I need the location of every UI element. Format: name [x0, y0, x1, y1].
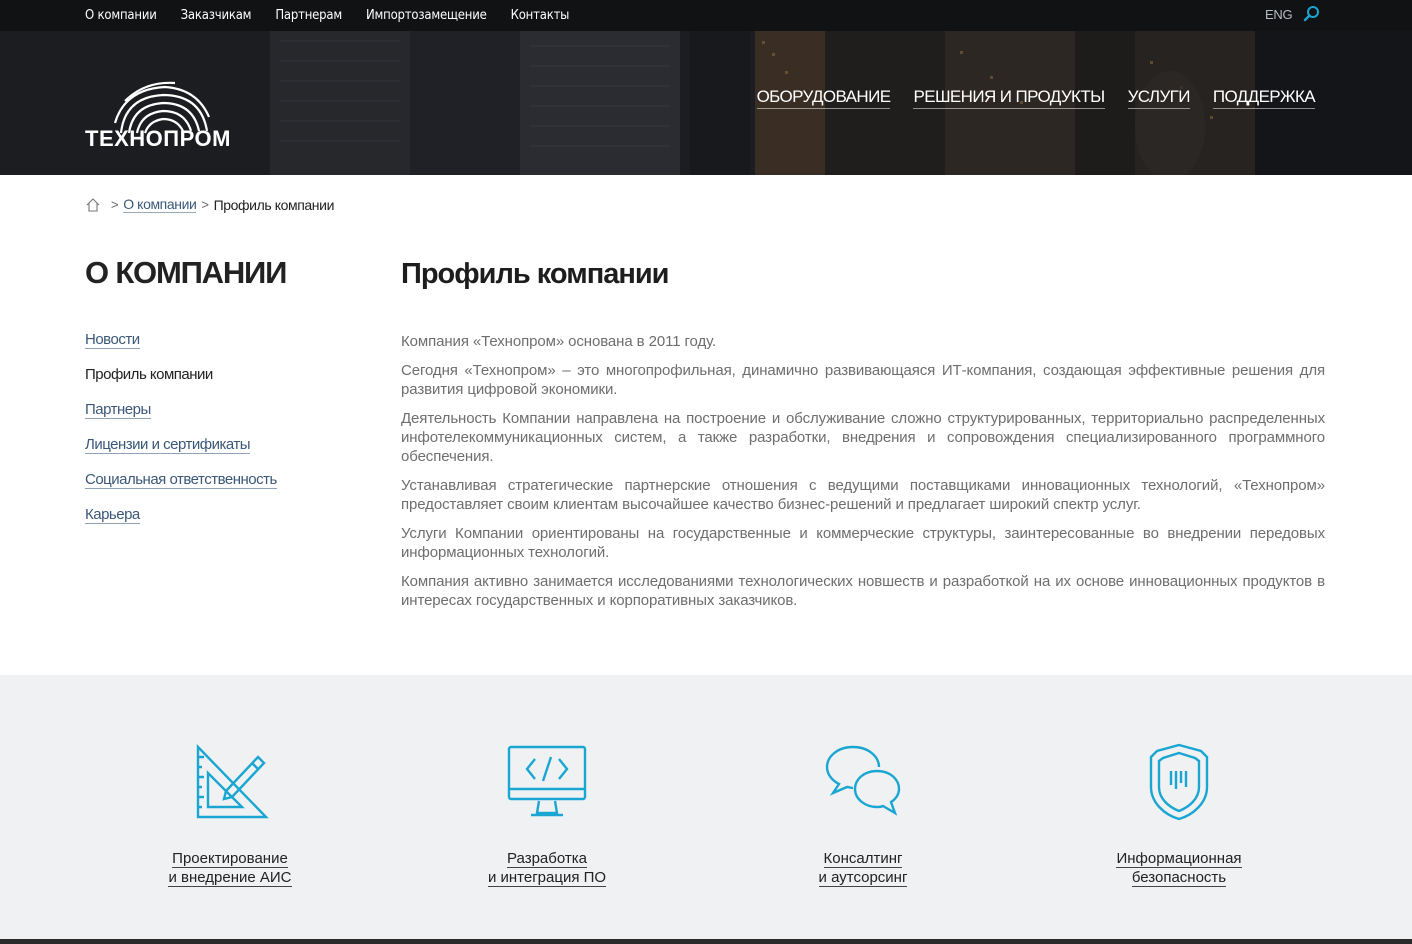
home-icon[interactable]: [85, 197, 101, 213]
top-nav-partners[interactable]: Партнерам: [275, 8, 342, 23]
service-design-label[interactable]: Проектирование и внедрение АИС: [168, 849, 292, 887]
main-nav-solutions[interactable]: РЕШЕНИЯ И ПРОДУКТЫ: [913, 87, 1105, 109]
logo-text[interactable]: ТЕХНОПРОМ: [85, 126, 231, 152]
service-consulting[interactable]: Консалтинг и аутсорсинг: [753, 743, 973, 887]
service-security-label[interactable]: Информационная безопасность: [1116, 849, 1242, 887]
content-paragraph: Услуги Компании ориентированы на государ…: [401, 525, 1325, 561]
service-consulting-label[interactable]: Консалтинг и аутсорсинг: [818, 849, 908, 887]
content-paragraph: Деятельность Компании направлена на пост…: [401, 410, 1325, 465]
sidebar-item-partners: Партнеры: [85, 401, 277, 436]
content-paragraph: Компания «Технопром» основана в 2011 год…: [401, 333, 717, 350]
top-nav-about[interactable]: О компании: [85, 8, 157, 23]
page-title: Профиль компании: [401, 258, 670, 290]
breadcrumb-separator: >: [201, 197, 209, 212]
services-section: Проектирование и внедрение АИС Разработк…: [0, 675, 1412, 944]
sidebar-link-partners[interactable]: Партнеры: [85, 401, 151, 419]
main-nav-equipment[interactable]: ОБОРУДОВАНИЕ: [756, 87, 891, 109]
sidebar-item-profile-active: Профиль компании: [85, 366, 213, 383]
sidebar-menu: Новости Профиль компании Партнеры Лиценз…: [85, 331, 277, 541]
main-nav-services[interactable]: УСЛУГИ: [1127, 87, 1190, 109]
language-switch[interactable]: ENG: [1265, 7, 1293, 22]
breadcrumb-link-about[interactable]: О компании: [123, 196, 197, 213]
header-banner: ТЕХНОПРОМ ОБОРУДОВАНИЕ РЕШЕНИЯ И ПРОДУКТ…: [0, 31, 1412, 175]
top-bar: О компании Заказчикам Партнерам Импортоз…: [0, 0, 1412, 31]
design-tools-icon: [196, 744, 269, 819]
top-nav: О компании Заказчикам Партнерам Импортоз…: [85, 0, 593, 31]
main-nav-support[interactable]: ПОДДЕРЖКА: [1212, 87, 1316, 109]
top-nav-customers[interactable]: Заказчикам: [181, 8, 252, 23]
content-paragraph: Сегодня «Технопром» – это многопрофильна…: [401, 362, 1325, 398]
search-button[interactable]: [1302, 4, 1322, 24]
sidebar-item-social: Социальная ответственность: [85, 471, 277, 506]
main-nav: ОБОРУДОВАНИЕ РЕШЕНИЯ И ПРОДУКТЫ УСЛУГИ П…: [734, 87, 1316, 109]
code-monitor-icon: [507, 745, 587, 817]
service-development[interactable]: Разработка и интеграция ПО: [437, 743, 657, 887]
top-nav-import-substitution[interactable]: Импортозамещение: [366, 8, 487, 23]
bottom-strip: [0, 939, 1412, 944]
service-design[interactable]: Проектирование и внедрение АИС: [120, 743, 340, 887]
content-paragraph: Компания активно занимается исследования…: [401, 573, 1325, 609]
service-development-label[interactable]: Разработка и интеграция ПО: [487, 849, 607, 887]
sidebar-link-news[interactable]: Новости: [85, 331, 140, 349]
breadcrumb-separator: >: [111, 197, 119, 212]
service-security[interactable]: Информационная безопасность: [1069, 743, 1289, 887]
search-icon: [1303, 6, 1319, 22]
sidebar-link-licenses[interactable]: Лицензии и сертификаты: [85, 436, 251, 454]
sidebar-item-career: Карьера: [85, 506, 277, 541]
sidebar-item-news: Новости: [85, 331, 277, 366]
shield-icon: [1149, 743, 1209, 821]
chat-bubbles-icon: [825, 745, 901, 816]
sidebar-item-licenses: Лицензии и сертификаты: [85, 436, 277, 471]
sidebar-link-career[interactable]: Карьера: [85, 506, 140, 524]
breadcrumb: > О компании > Профиль компании: [85, 196, 334, 213]
top-nav-contacts[interactable]: Контакты: [511, 8, 570, 23]
sidebar-title: О КОМПАНИИ: [85, 255, 287, 290]
main-content: Компания «Технопром» основана в 2011 год…: [401, 332, 1325, 620]
sidebar-link-social[interactable]: Социальная ответственность: [85, 471, 277, 489]
breadcrumb-current: Профиль компании: [213, 196, 335, 213]
content-paragraph: Устанавливая стратегические партнерские …: [401, 477, 1325, 513]
sidebar-item-profile: Профиль компании: [85, 366, 277, 401]
